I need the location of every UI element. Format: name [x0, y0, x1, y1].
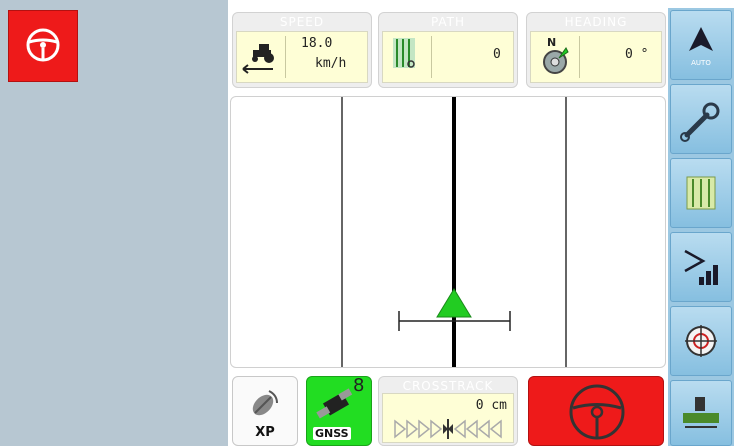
implement-icon [683, 397, 719, 428]
target-button[interactable] [670, 306, 732, 376]
xp-button[interactable]: XP [232, 376, 298, 446]
wrench-icon [680, 102, 720, 142]
path-cell: 0 [382, 31, 514, 83]
xp-label: XP [255, 425, 275, 440]
auto-steer-icon: AUTO [689, 27, 713, 67]
compass-icon: N [543, 36, 569, 74]
target-icon [685, 325, 717, 357]
compass-north-label: N [547, 36, 556, 49]
signal-strength-icon [684, 249, 718, 285]
crosstrack-box[interactable]: CROSSTRACK 0 cm [378, 376, 518, 446]
crosstrack-cell: 0 cm [382, 393, 514, 443]
crosstrack-label: CROSSTRACK [402, 379, 494, 393]
speed-box[interactable]: SPEED 18.0 km/h [232, 12, 372, 88]
heading-cell: N 0 ° [530, 31, 662, 83]
guidance-view [230, 96, 666, 368]
heading-value: 0 ° [625, 47, 649, 62]
field-map-button[interactable] [670, 158, 732, 228]
path-value: 0 [493, 47, 501, 62]
gnss-satellite-count: 8 [353, 375, 365, 396]
speed-cell: 18.0 km/h [236, 31, 368, 83]
speed-label: SPEED [279, 15, 325, 29]
settings-button[interactable] [670, 84, 732, 154]
crosstrack-value: 0 cm [475, 398, 507, 413]
field-map-icon [686, 176, 716, 210]
heading-separator [579, 36, 580, 78]
gnss-label: GNSS [313, 427, 351, 440]
path-box[interactable]: PATH 0 [378, 12, 518, 88]
heading-label: HEADING [564, 15, 628, 29]
heading-box[interactable]: HEADING N 0 ° [526, 12, 666, 88]
signal-button[interactable] [670, 232, 732, 302]
satellite-icon [252, 390, 278, 416]
vehicle-marker [436, 288, 472, 318]
auto-label: AUTO [691, 59, 711, 67]
lightbar-icon [394, 419, 502, 439]
engage-steering-button[interactable] [528, 376, 664, 446]
path-label: PATH [430, 15, 466, 29]
steering-wheel-large-icon [569, 384, 625, 440]
auto-steer-button[interactable]: AUTO [670, 10, 732, 80]
speed-unit: km/h [315, 56, 347, 71]
guidance-canvas [341, 97, 567, 367]
speed-separator [285, 36, 286, 78]
speed-value: 18.0 [301, 36, 333, 51]
steering-wheel-icon [26, 28, 60, 62]
steering-toggle-button[interactable] [8, 10, 78, 82]
gnss-button[interactable]: 8 GNSS [306, 375, 372, 446]
path-separator [431, 36, 432, 78]
path-icon [393, 38, 415, 68]
tractor-icon [242, 44, 274, 74]
implement-button[interactable] [670, 380, 732, 446]
